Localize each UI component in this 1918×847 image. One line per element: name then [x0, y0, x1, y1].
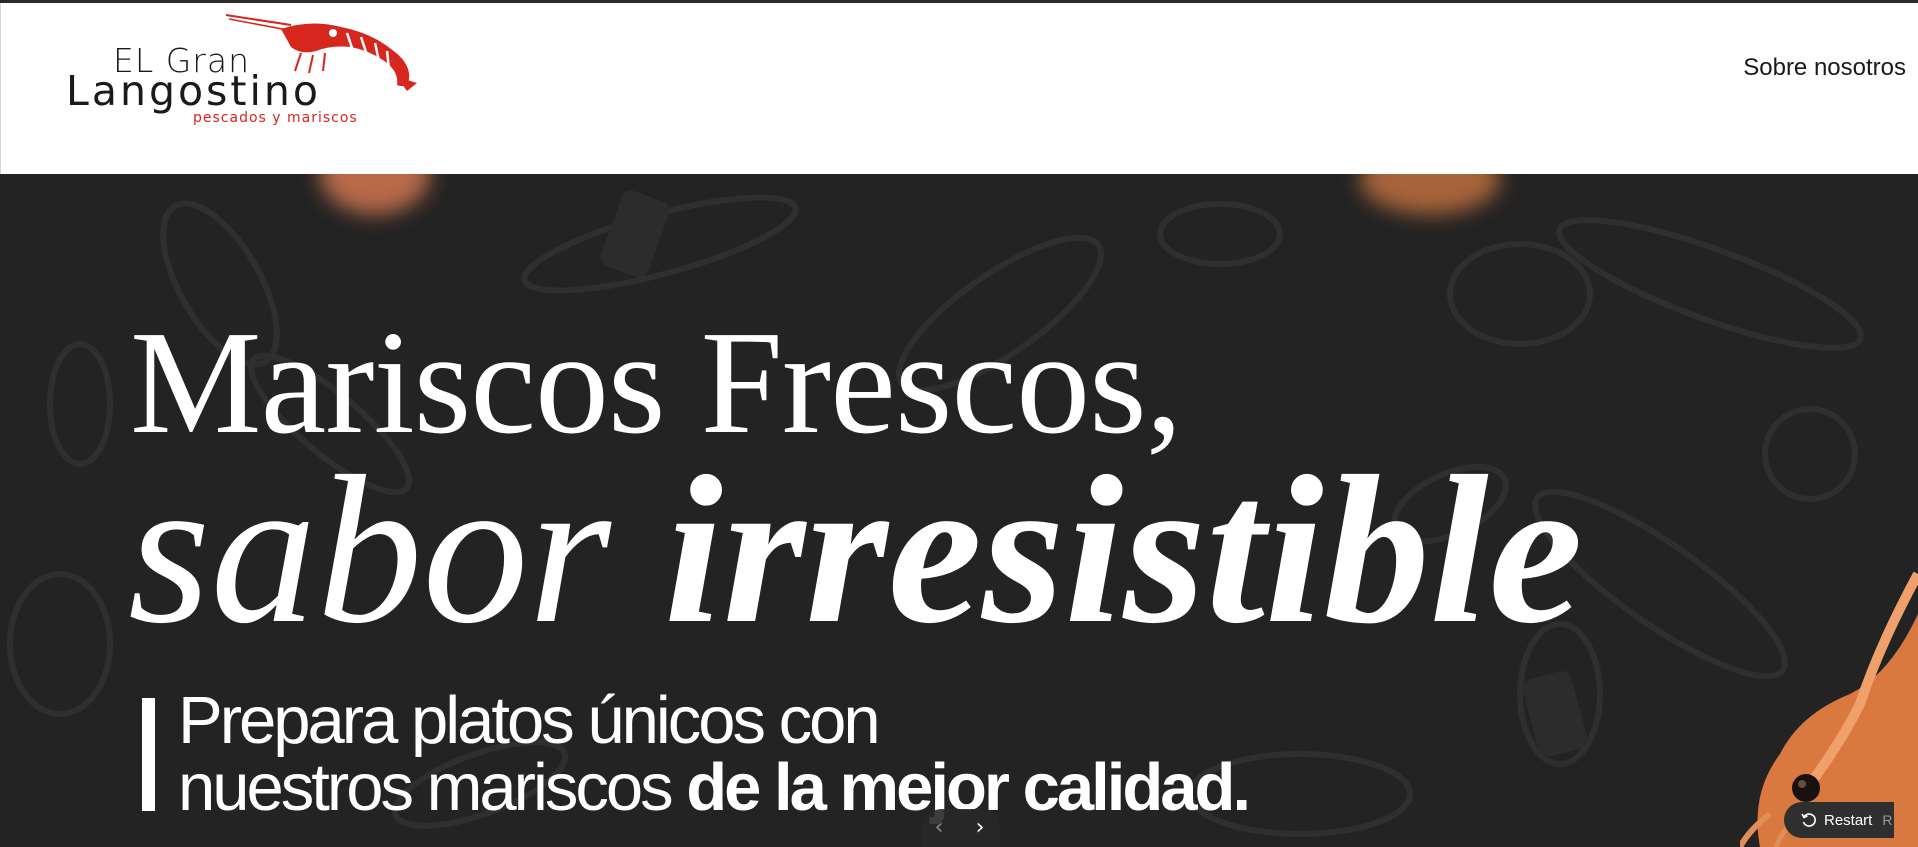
chevron-right-icon[interactable]: › [966, 814, 994, 842]
logo-text-line2: Langostino [66, 67, 321, 115]
headline-bold-text: irresistible [664, 432, 1583, 667]
brand-logo[interactable]: EL Gran Langostino pescados y mariscos [63, 11, 431, 133]
nav-link-sobre-nosotros[interactable]: Sobre nosotros [1743, 56, 1906, 80]
hero-banner: Mariscos Frescos, sabor irresistible Pre… [0, 174, 1918, 847]
restart-shortcut-key: R [1882, 812, 1893, 828]
chevron-left-icon[interactable]: ‹ [925, 814, 953, 842]
restart-icon [1801, 813, 1816, 827]
restart-label: Restart [1824, 811, 1873, 829]
hero-subheading-line2: nuestros mariscos de la mejor calidad. [178, 754, 1251, 821]
hero-subheading-line1: Prepara platos únicos con [178, 683, 881, 758]
headline-light-text: sabor [128, 432, 665, 667]
site-header: EL Gran Langostino pescados y mariscos S… [0, 3, 1918, 174]
subheading-accent-bar [142, 698, 155, 811]
restart-button[interactable]: Restart R [1784, 802, 1894, 838]
hero-headline-line2: sabor irresistible [128, 444, 1583, 656]
logo-tagline: pescados y mariscos [193, 110, 358, 126]
subheading-regular-text: nuestros mariscos [178, 750, 687, 825]
